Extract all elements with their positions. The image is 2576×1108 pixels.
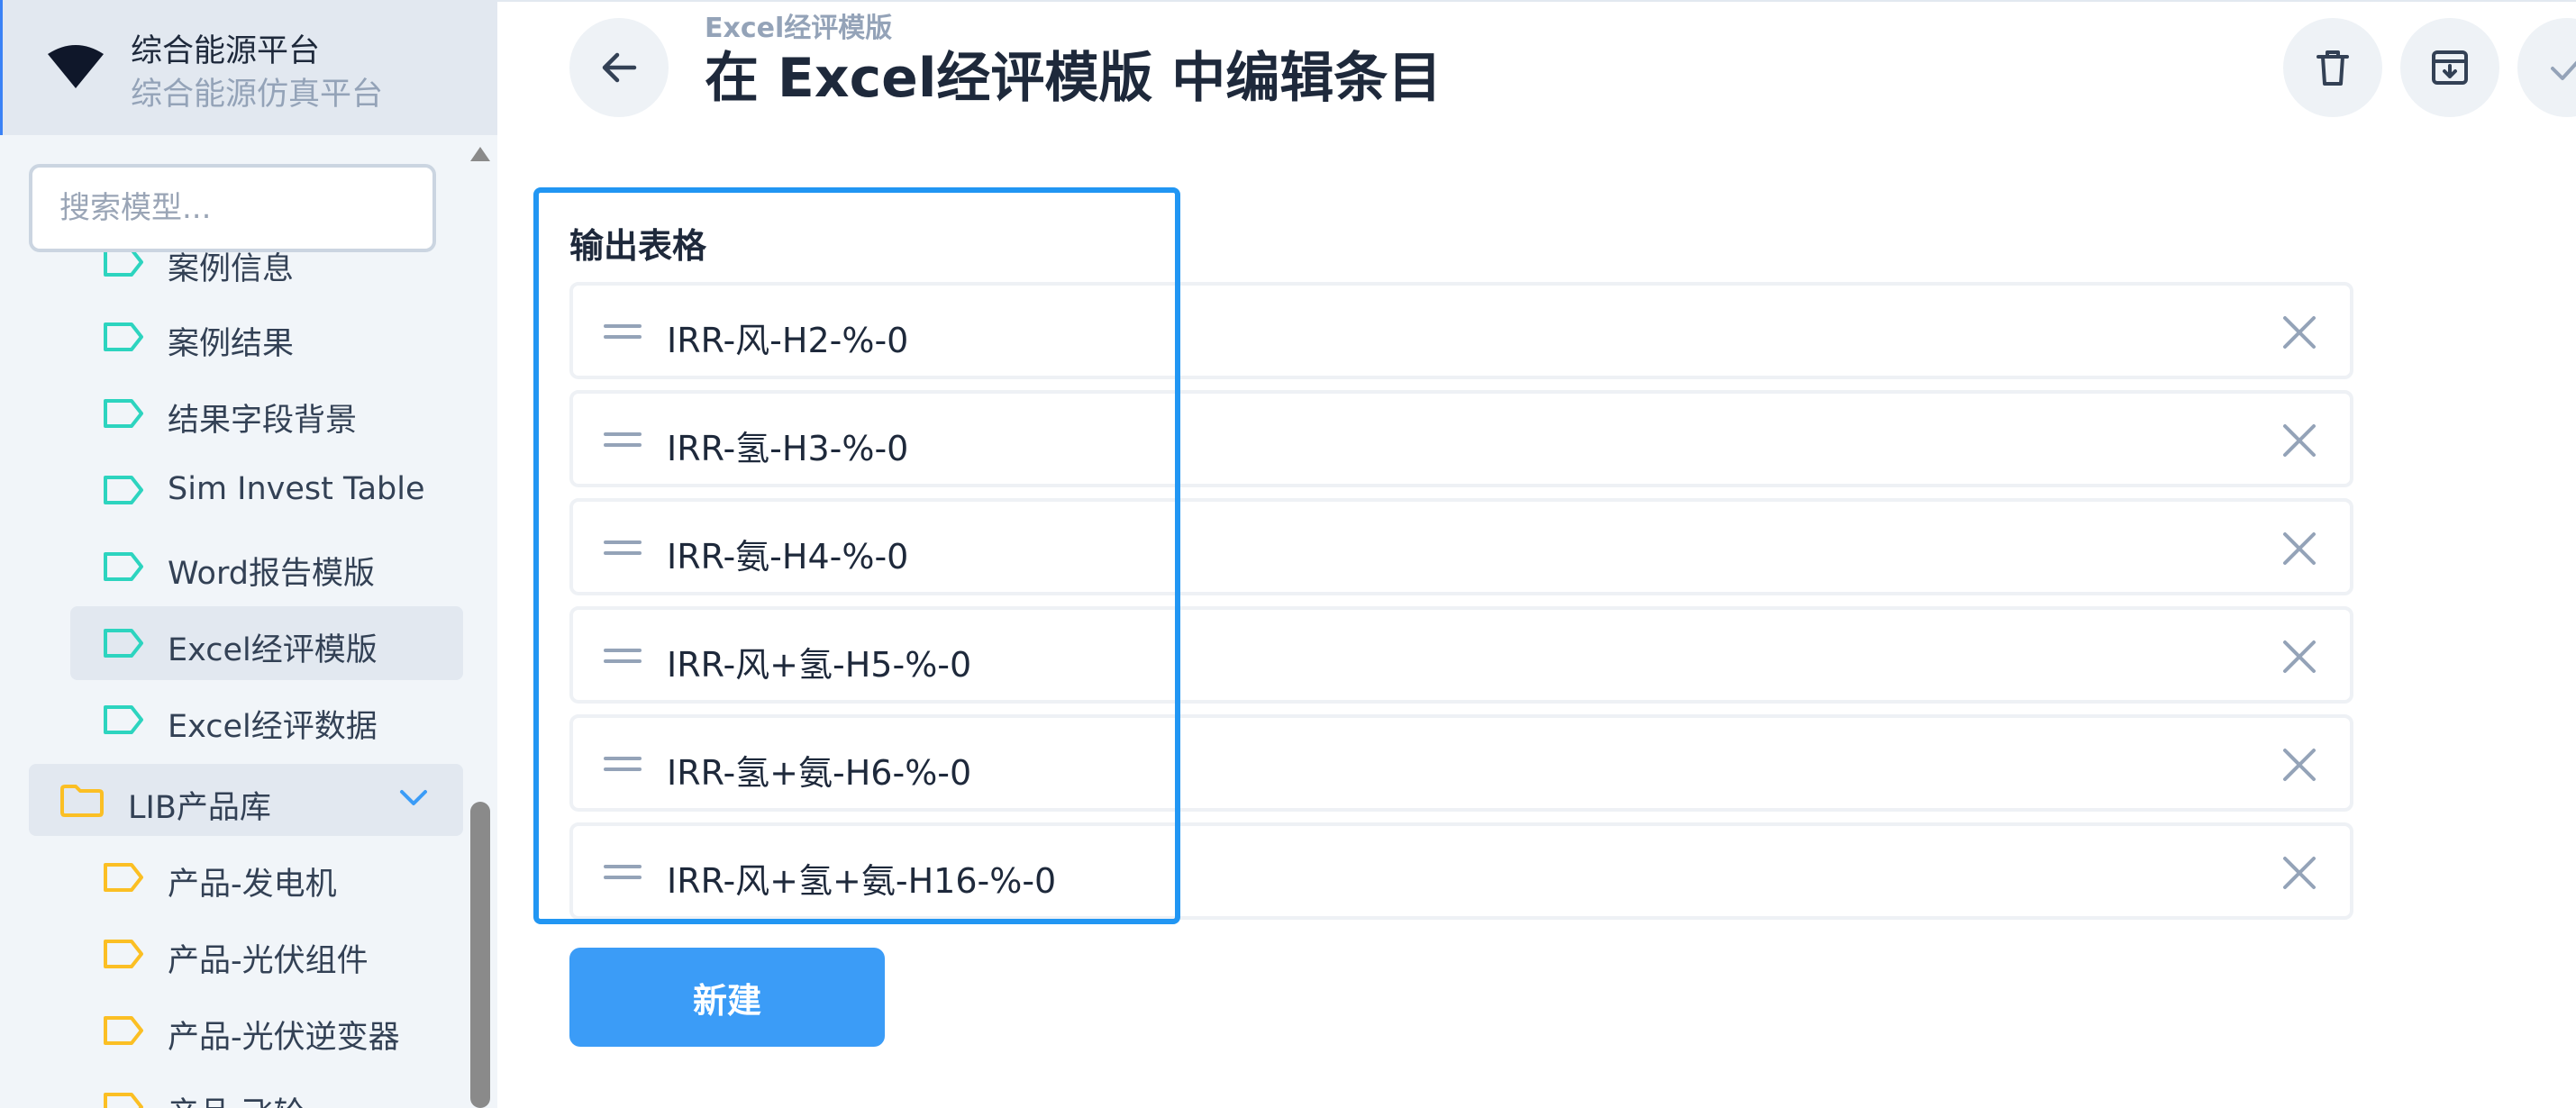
app-title: 综合能源平台: [131, 33, 321, 69]
close-icon[interactable]: [2280, 421, 2319, 460]
drag-handle-icon[interactable]: [604, 431, 642, 448]
drag-handle-icon[interactable]: [604, 864, 642, 880]
scroll-up-arrow-icon[interactable]: [469, 144, 492, 164]
list-item[interactable]: IRR-风+氢-H5-%-0: [569, 606, 2353, 704]
list-item[interactable]: IRR-氨-H4-%-0: [569, 498, 2353, 595]
close-icon[interactable]: [2280, 745, 2319, 785]
check-icon: [2551, 60, 2576, 80]
sidebar-scrollbar-thumb[interactable]: [470, 802, 490, 1108]
close-icon[interactable]: [2280, 313, 2319, 352]
drag-handle-icon[interactable]: [604, 540, 642, 556]
output-table-label: 输出表格: [569, 226, 707, 266]
tag-icon: [104, 552, 143, 581]
sidebar-folder-label: LIB产品库: [128, 790, 271, 826]
back-button[interactable]: [569, 18, 669, 117]
list-item[interactable]: IRR-风-H2-%-0: [569, 282, 2353, 379]
close-icon[interactable]: [2280, 529, 2319, 568]
archive-button[interactable]: [2400, 18, 2499, 117]
sidebar-folder-lib[interactable]: LIB产品库: [29, 764, 463, 836]
brand-header[interactable]: 综合能源平台 综合能源仿真平台: [0, 0, 497, 135]
sidebar-item-pv-module[interactable]: 产品-光伏组件: [70, 917, 463, 991]
arrow-left-icon: [602, 52, 637, 83]
list-item-text: IRR-风+氢-H5-%-0: [667, 645, 972, 685]
new-button[interactable]: 新建: [569, 948, 885, 1047]
list-item[interactable]: IRR-氢+氨-H6-%-0: [569, 714, 2353, 812]
sidebar-item-label: Sim Invest Table: [168, 471, 425, 507]
list-item-text: IRR-风-H2-%-0: [667, 321, 909, 360]
wifi-logo-icon: [48, 45, 104, 88]
list-item[interactable]: IRR-氢-H3-%-0: [569, 390, 2353, 487]
sidebar-item-label: 案例结果: [168, 326, 295, 362]
trash-icon: [2317, 50, 2349, 86]
folder-icon: [60, 785, 104, 817]
page-title: 在 Excel经评模版 中编辑条目: [705, 47, 1443, 110]
list-item-text: IRR-氢-H3-%-0: [667, 429, 909, 468]
sidebar-item-pv-inverter[interactable]: 产品-光伏逆变器: [70, 994, 463, 1067]
sidebar-item-flywheel[interactable]: 产品-飞轮: [70, 1070, 463, 1108]
tag-icon: [104, 863, 143, 892]
save-button[interactable]: [2517, 18, 2576, 117]
drag-handle-icon[interactable]: [604, 648, 642, 664]
list-item-text: IRR-氨-H4-%-0: [667, 537, 909, 577]
drag-handle-icon[interactable]: [604, 756, 642, 772]
tag-icon: [104, 399, 143, 428]
archive-download-icon: [2432, 50, 2468, 85]
sidebar-item-excel-template[interactable]: Excel经评模版: [70, 606, 463, 680]
tag-icon: [104, 476, 143, 504]
chevron-down-icon[interactable]: [398, 787, 429, 809]
sidebar-item-result-field-bg[interactable]: 结果字段背景: [70, 377, 463, 450]
sidebar-item-label: 产品-发电机: [168, 867, 337, 903]
sidebar-item-sim-invest-table[interactable]: Sim Invest Table: [70, 453, 463, 527]
list-item-text: IRR-氢+氨-H6-%-0: [667, 753, 972, 793]
sidebar: 案例信息 案例结果 结果字段背景 Sim Invest Table Word报告…: [0, 0, 497, 1108]
sidebar-item-generator[interactable]: 产品-发电机: [70, 840, 463, 914]
close-icon[interactable]: [2280, 637, 2319, 677]
app-subtitle: 综合能源仿真平台: [131, 77, 384, 113]
close-icon[interactable]: [2280, 853, 2319, 893]
list-item[interactable]: IRR-风+氢+氨-H16-%-0: [569, 822, 2353, 920]
delete-button[interactable]: [2283, 18, 2382, 117]
sidebar-item-label: 产品-飞轮: [168, 1088, 305, 1108]
drag-handle-icon[interactable]: [604, 323, 642, 340]
sidebar-item-label: 产品-光伏逆变器: [168, 1020, 400, 1056]
sidebar-item-label: 产品-光伏组件: [168, 943, 369, 979]
header-divider: [497, 0, 2576, 2]
sidebar-item-label: Excel经评模版: [168, 632, 378, 668]
sidebar-item-excel-data[interactable]: Excel经评数据: [70, 683, 463, 757]
search-input[interactable]: [29, 164, 436, 252]
tag-icon: [104, 629, 143, 658]
sidebar-item-label: Excel经评数据: [168, 709, 378, 745]
sidebar-item-label: Word报告模版: [168, 556, 375, 592]
tag-icon: [104, 1016, 143, 1045]
list-item-text: IRR-风+氢+氨-H16-%-0: [667, 861, 1057, 901]
tag-icon: [104, 1093, 143, 1108]
sidebar-item-word-template[interactable]: Word报告模版: [70, 530, 463, 604]
tag-icon: [104, 940, 143, 968]
tag-icon: [104, 322, 143, 351]
sidebar-item-label: 结果字段背景: [168, 403, 358, 439]
sidebar-item-case-result[interactable]: 案例结果: [70, 300, 463, 374]
tag-icon: [104, 705, 143, 734]
